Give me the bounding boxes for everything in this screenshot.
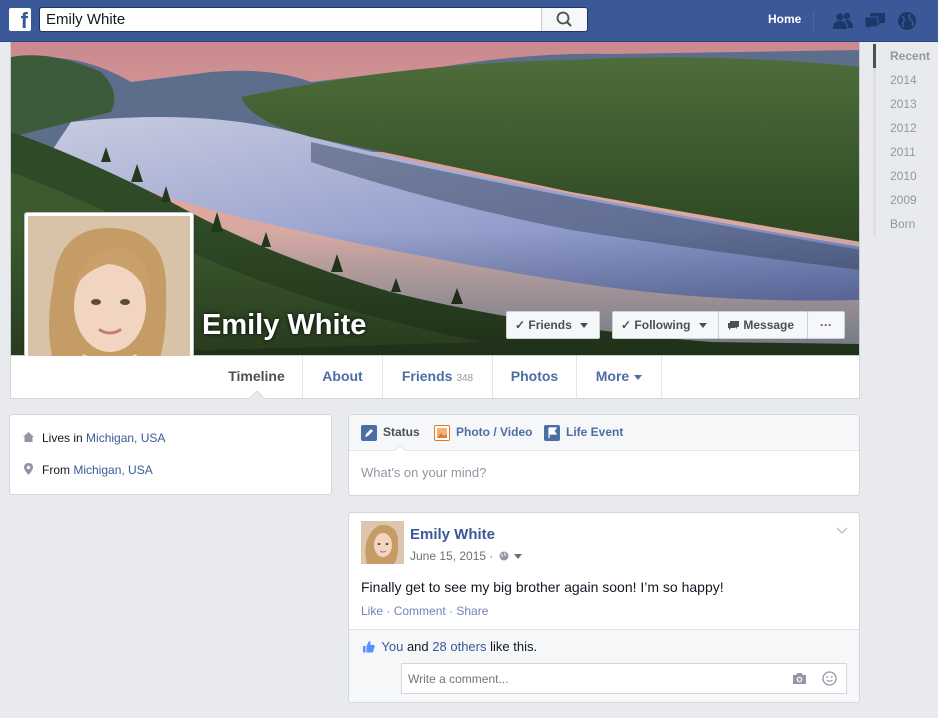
year-nav-item[interactable]: 2009 bbox=[873, 188, 938, 212]
search-button[interactable] bbox=[541, 8, 587, 31]
year-nav-item[interactable]: 2012 bbox=[873, 116, 938, 140]
post-avatar-image bbox=[361, 521, 404, 564]
divider bbox=[813, 12, 814, 30]
checkmark-icon: ✓ bbox=[515, 318, 526, 332]
globe-privacy-icon[interactable] bbox=[499, 551, 509, 561]
tab-more[interactable]: More bbox=[577, 356, 662, 398]
timeline-post: Emily White June 15, 2015 · Finally get … bbox=[348, 512, 860, 703]
intro-card: Lives in Michigan, USA From Michigan, US… bbox=[9, 414, 332, 495]
share-link[interactable]: Share bbox=[456, 604, 488, 618]
post-body-text: Finally get to see my big brother again … bbox=[361, 579, 724, 595]
following-button[interactable]: ✓ Following bbox=[612, 311, 719, 339]
home-icon bbox=[23, 432, 34, 442]
status-input[interactable]: What's on your mind? bbox=[361, 465, 486, 480]
composer-tabs: Status Photo / Video Life Event bbox=[349, 415, 859, 452]
lives-in-row: Lives in Michigan, USA bbox=[42, 431, 165, 445]
comment-link[interactable]: Comment bbox=[394, 604, 446, 618]
tab-friends[interactable]: Friends 348 bbox=[383, 356, 493, 398]
emoji-icon[interactable] bbox=[822, 671, 837, 686]
composer-tab-photo-video[interactable]: Photo / Video bbox=[456, 425, 532, 439]
likes-others-link[interactable]: 28 others bbox=[432, 639, 486, 654]
from-label: From bbox=[42, 463, 70, 477]
top-navigation-bar: f Home bbox=[0, 0, 938, 42]
year-nav-item[interactable]: 2010 bbox=[873, 164, 938, 188]
camera-icon[interactable] bbox=[792, 672, 807, 685]
tab-friends-label: Friends bbox=[401, 368, 453, 384]
caret-down-icon[interactable] bbox=[514, 554, 523, 560]
caret-down-icon bbox=[580, 323, 589, 329]
post-author-link[interactable]: Emily White bbox=[410, 526, 495, 543]
like-link[interactable]: Like bbox=[361, 604, 383, 618]
comment-input[interactable] bbox=[402, 664, 772, 693]
message-button-label: Message bbox=[743, 318, 795, 332]
ellipsis-icon: ··· bbox=[820, 318, 832, 332]
post-timestamp: June 15, 2015 · bbox=[410, 549, 523, 563]
from-row: From Michigan, USA bbox=[42, 463, 153, 477]
profile-photo-image bbox=[28, 216, 190, 378]
profile-name[interactable]: Emily White bbox=[202, 309, 366, 342]
active-tab-notch bbox=[249, 391, 265, 399]
friends-count: 348 bbox=[456, 373, 474, 384]
following-button-label: Following bbox=[634, 318, 691, 332]
year-nav-item[interactable]: 2013 bbox=[873, 92, 938, 116]
post-date-text[interactable]: June 15, 2015 · bbox=[410, 549, 493, 563]
caret-down-icon bbox=[634, 374, 643, 380]
profile-tabs: Timeline About Friends 348 Photos More bbox=[10, 356, 860, 399]
composer-tab-life-event[interactable]: Life Event bbox=[566, 425, 623, 439]
year-nav-item[interactable]: 2014 bbox=[873, 68, 938, 92]
lives-in-place-link[interactable]: Michigan, USA bbox=[86, 431, 165, 445]
friends-button-label: Friends bbox=[528, 318, 572, 332]
home-link[interactable]: Home bbox=[768, 12, 801, 26]
separator: · bbox=[445, 604, 457, 618]
friends-button[interactable]: ✓ Friends bbox=[506, 311, 600, 339]
from-place-link[interactable]: Michigan, USA bbox=[73, 463, 152, 477]
chevron-down-icon[interactable] bbox=[836, 527, 848, 535]
search-icon bbox=[556, 11, 572, 27]
likes-suffix-text: like this. bbox=[490, 639, 538, 654]
search-box[interactable] bbox=[39, 7, 588, 32]
year-nav-item[interactable]: 2011 bbox=[873, 140, 938, 164]
thumbs-up-icon bbox=[363, 641, 375, 653]
messages-icon[interactable] bbox=[864, 10, 886, 32]
checkmark-icon: ✓ bbox=[621, 318, 632, 332]
tab-about[interactable]: About bbox=[303, 356, 383, 398]
year-nav-item[interactable]: Born bbox=[873, 212, 938, 236]
post-actions: Like · Comment · Share bbox=[361, 604, 488, 618]
message-icon bbox=[728, 321, 739, 331]
post-feedback-area: You and 28 others like this. bbox=[349, 629, 859, 702]
facebook-logo-icon[interactable]: f bbox=[9, 8, 31, 31]
message-button[interactable]: Message bbox=[718, 311, 808, 339]
likes-and-text: and bbox=[406, 639, 429, 654]
likes-summary: You and 28 others like this. bbox=[362, 639, 537, 654]
comment-box[interactable] bbox=[401, 663, 847, 694]
pencil-icon bbox=[361, 425, 377, 441]
separator: · bbox=[383, 604, 394, 618]
location-pin-icon bbox=[24, 463, 33, 475]
tab-more-label: More bbox=[595, 368, 630, 384]
notifications-globe-icon[interactable] bbox=[896, 10, 918, 32]
composer-tab-status[interactable]: Status bbox=[383, 425, 420, 439]
search-input[interactable] bbox=[40, 8, 540, 31]
active-tab-notch bbox=[393, 444, 407, 452]
avatar[interactable] bbox=[361, 521, 404, 564]
photo-icon bbox=[434, 425, 450, 441]
caret-down-icon bbox=[698, 323, 707, 329]
life-event-flag-icon bbox=[544, 425, 560, 441]
friend-requests-icon[interactable] bbox=[832, 10, 854, 32]
year-nav-item[interactable]: Recent bbox=[873, 44, 938, 68]
more-options-button[interactable]: ··· bbox=[807, 311, 845, 339]
likes-you-link[interactable]: You bbox=[381, 639, 403, 654]
status-composer: Status Photo / Video Life Event What's o… bbox=[348, 414, 860, 496]
tab-photos[interactable]: Photos bbox=[493, 356, 577, 398]
timeline-year-nav: Recent 2014 2013 2012 2011 2010 2009 Bor… bbox=[870, 44, 938, 236]
lives-in-label: Lives in bbox=[42, 431, 83, 445]
